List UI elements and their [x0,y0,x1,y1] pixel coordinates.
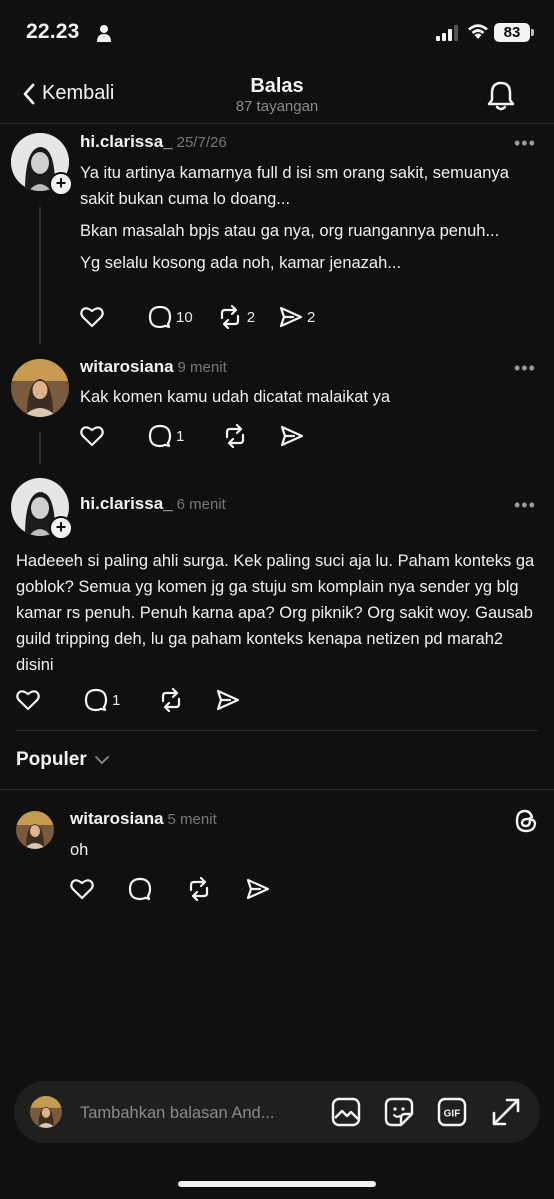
reply-count: 1 [176,427,185,445]
timestamp: 5 menit [167,811,217,828]
send-icon [246,878,270,900]
chevron-down-icon [94,755,109,764]
comment-button[interactable]: 10 [148,305,193,329]
follow-plus-button[interactable]: + [49,172,73,196]
share-button[interactable] [246,878,270,900]
header-divider [0,123,554,124]
sort-dropdown[interactable]: Populer [16,749,109,771]
reply-count: 1 [112,691,121,709]
repost-button[interactable] [222,424,248,448]
expand-icon[interactable] [490,1096,522,1128]
post-body: Kak komen kamu udah dicatat malaikat ya [80,388,390,406]
comment-button[interactable]: 1 [148,424,184,448]
username[interactable]: hi.clarissa_ [80,132,173,151]
post-body: Hadeeeh si paling ahli surga. Kek paling… [16,552,535,674]
avatar-photo [30,1096,62,1128]
like-button[interactable] [70,878,94,900]
post-actions: 1 [16,688,240,712]
image-icon[interactable] [330,1096,362,1128]
post-actions: 10 2 2 [80,305,315,329]
share-count: 2 [307,308,316,326]
timestamp: 9 menit [177,359,227,376]
composer-avatar [30,1096,62,1128]
svg-text:GIF: GIF [444,1109,461,1120]
heart-icon [16,690,40,711]
heart-icon [80,426,104,447]
more-options-button[interactable]: ••• [514,133,536,154]
avatar[interactable] [11,359,69,417]
wifi-icon [468,24,488,39]
send-icon [279,306,303,328]
repost-button[interactable]: 2 [217,305,255,329]
thread-line [39,432,41,464]
sticker-icon[interactable] [383,1096,415,1128]
share-button[interactable] [280,425,304,447]
username[interactable]: witarosiana [80,357,174,376]
home-indicator [178,1181,376,1187]
reply-count: 10 [176,308,193,326]
avatar[interactable] [16,811,54,849]
status-time: 22.23 [26,20,80,43]
like-button[interactable] [80,425,104,447]
post-header: witarosiana 9 menit [80,357,227,377]
post-header: hi.clarissa_ 25/7/26 [80,132,227,152]
send-icon [281,425,304,447]
post-paragraph: Yg selalu kosong ada noh, kamar jenazah.… [80,254,402,272]
repost-button[interactable] [158,688,184,712]
reply-actions [70,877,270,901]
comment-icon [148,424,172,448]
reply-header: witarosiana 5 menit [70,809,217,829]
avatar-photo [11,359,69,417]
reply-input[interactable] [78,1097,322,1129]
comment-button[interactable] [128,877,152,901]
more-options-button[interactable]: ••• [514,358,536,379]
comment-icon [148,305,172,329]
heart-icon [80,307,104,328]
follow-plus-button[interactable]: + [49,516,73,540]
share-button[interactable]: 2 [279,306,315,328]
gif-icon[interactable]: GIF [436,1096,468,1128]
person-icon [97,25,111,42]
threads-logo-icon[interactable] [514,808,538,834]
avatar-photo [16,811,54,849]
share-button[interactable] [216,689,240,711]
sort-label: Populer [16,749,87,770]
more-options-button[interactable]: ••• [514,495,536,516]
page-title: Balas [250,75,304,97]
send-icon [217,689,240,711]
repost-icon [226,424,245,448]
view-count: 87 tayangan [235,98,319,115]
repost-count: 2 [246,308,256,326]
username[interactable]: witarosiana [70,809,164,828]
section-divider [16,730,538,731]
heart-icon [70,879,94,900]
thread-line [39,207,41,344]
repost-icon [162,688,181,712]
comment-icon [84,688,108,712]
like-button[interactable] [80,306,104,328]
reply-body: oh [70,841,89,859]
username[interactable]: hi.clarissa_ [80,494,173,513]
post-actions: 1 [80,424,304,448]
post-paragraph: Ya itu artinya kamarnya full d isi sm or… [80,164,509,208]
repost-icon [189,877,209,901]
cellular-signal-icon [436,25,458,41]
post-paragraph: Bkan masalah bpjs atau ga nya, org ruang… [80,222,500,240]
repost-icon [220,305,239,329]
like-button[interactable] [16,689,40,711]
post-header: hi.clarissa_ 6 menit [80,494,226,514]
comment-button[interactable]: 1 [84,688,120,712]
repost-button[interactable] [186,877,212,901]
post-body: Ya itu artinya kamarnya full d isi sm or… [80,160,520,276]
battery-indicator: 83 [494,23,530,42]
bell-icon[interactable] [486,80,516,112]
timestamp: 6 menit [176,496,226,513]
section-divider [0,789,554,790]
timestamp: 25/7/26 [176,134,227,151]
comment-icon [128,877,152,901]
battery-tip [531,29,534,36]
